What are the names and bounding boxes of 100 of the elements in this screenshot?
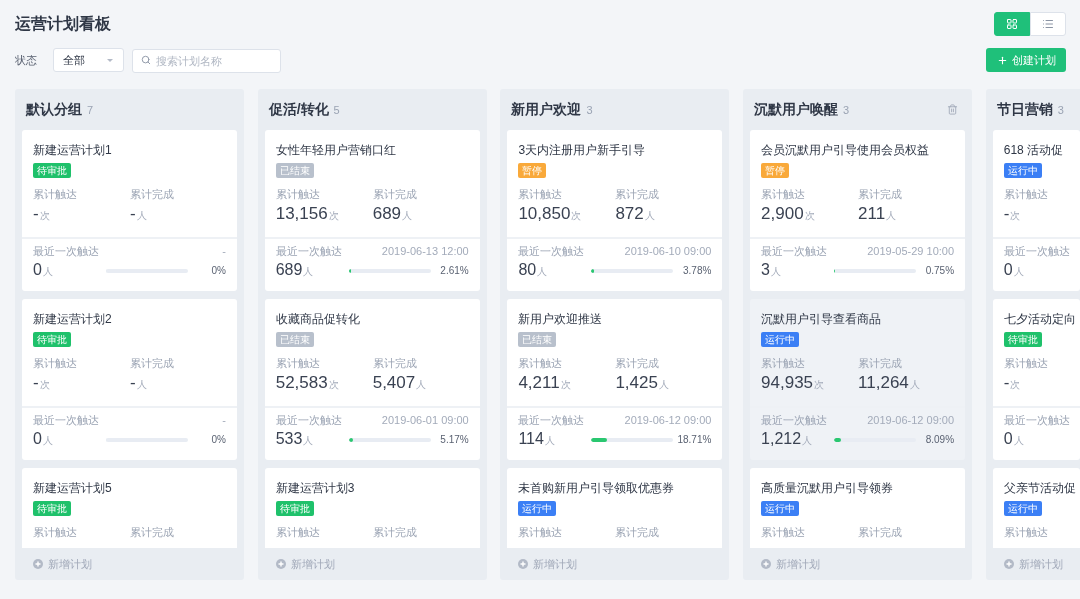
status-tag: 暂停 — [518, 163, 547, 178]
plan-card[interactable]: 父亲节活动促 运行中 累计触达 — [992, 468, 1080, 548]
last-touch-value: 0人 — [33, 429, 54, 449]
column-title: 沉默用户唤醒 — [754, 100, 839, 119]
last-touch-value: 0人 — [1003, 429, 1025, 449]
plan-card[interactable]: 高质量沉默用户引导领券 运行中 累计触达 累计完成 — [750, 468, 966, 548]
stat-label: 累计触达 — [761, 187, 806, 202]
plan-title: 收藏商品促转化 — [275, 311, 360, 327]
status-tag: 运行中 — [761, 332, 800, 347]
status-tag: 待审批 — [33, 332, 71, 347]
stat-label: 累计完成 — [372, 525, 417, 540]
column-title: 新用户欢迎 — [511, 100, 582, 119]
last-touch-value: 0人 — [1003, 260, 1025, 280]
stat-label: 累计完成 — [130, 356, 174, 371]
plan-card[interactable]: 未首购新用户引导领取优惠券 运行中 累计触达 累计完成 — [507, 468, 723, 548]
status-tag: 运行中 — [761, 501, 800, 516]
last-touch-label: 最近一次触达 — [1003, 413, 1070, 428]
status-tag: 运行中 — [1003, 163, 1042, 178]
plan-title: 新建运营计划3 — [275, 480, 355, 496]
stat-label: 累计完成 — [858, 187, 903, 202]
list-view-button[interactable] — [1030, 12, 1066, 36]
column-title: 节日营销 — [996, 100, 1053, 119]
status-tag: 已结束 — [275, 163, 314, 178]
plus-circle-icon — [1003, 559, 1014, 569]
grid-view-button[interactable] — [994, 12, 1030, 36]
plan-card[interactable]: 新建运营计划2 待审批 累计触达 -次 累计完成 -人 最近一次触达 - 0人 0% — [22, 299, 237, 460]
plan-card[interactable]: 会员沉默用户引导使用会员权益 暂停 累计触达 2,900次 累计完成 211人 最近一次触达 2019-05-29 10:00 3人 0.75% — [750, 130, 966, 291]
stat-value: -次 — [1003, 203, 1021, 225]
plan-card[interactable]: 女性年轻用户营销口红 已结束 累计触达 13,156次 累计完成 689人 最近一次触达 2019-06-13 12:00 689人 2.61% — [264, 130, 480, 291]
stat-value: -次 — [33, 372, 50, 394]
progress-percent: 5.17% — [439, 433, 469, 447]
stat-label: 累计完成 — [858, 525, 903, 540]
status-tag: 待审批 — [33, 163, 71, 178]
stat-label: 累计触达 — [33, 525, 77, 540]
caret-down-icon — [107, 58, 113, 62]
plus-circle-icon — [33, 559, 43, 569]
last-touch-value: 114人 — [518, 429, 556, 449]
last-touch-value: 3人 — [761, 260, 782, 280]
plus-circle-icon — [761, 559, 772, 569]
grid-view-icon — [1006, 18, 1018, 30]
stat-label: 累计完成 — [372, 187, 417, 202]
plan-card[interactable]: 3天内注册用户新手引导 暂停 累计触达 10,850次 累计完成 872人 最近一次触达 2019-06-10 09:00 80人 3.78% — [507, 130, 723, 291]
plan-title: 未首购新用户引导领取优惠券 — [518, 480, 675, 496]
plan-title: 高质量沉默用户引导领券 — [761, 480, 894, 496]
column-title: 默认分组 — [26, 100, 82, 119]
stat-label: 累计触达 — [1003, 525, 1048, 540]
last-touch-date: 2019-06-01 09:00 — [381, 413, 469, 428]
stat-value: 94,935次 — [761, 372, 825, 394]
stat-value: 1,425人 — [615, 372, 669, 394]
last-touch-date: 2019-05-29 10:00 — [867, 244, 955, 259]
last-touch-value: 689人 — [275, 260, 315, 280]
status-select[interactable]: 全部 — [53, 48, 124, 72]
stat-label: 累计触达 — [761, 356, 806, 371]
card-count: 5 — [333, 103, 340, 118]
plan-card[interactable]: 新建运营计划1 待审批 累计触达 -次 累计完成 -人 最近一次触达 - 0人 0% — [22, 130, 237, 291]
plan-card[interactable]: 新建运营计划5 待审批 累计触达 累计完成 — [22, 468, 237, 548]
plan-card[interactable]: 新建运营计划3 待审批 累计触达 累计完成 — [264, 468, 480, 548]
search-field[interactable]: 搜索计划名称 — [132, 49, 281, 73]
last-touch-date: 2019-06-12 09:00 — [624, 413, 712, 428]
plan-title: 新建运营计划2 — [33, 311, 112, 327]
plan-card[interactable]: 新用户欢迎推送 已结束 累计触达 4,211次 累计完成 1,425人 最近一次触达 2019-06-12 09:00 114人 18.71% — [507, 299, 723, 460]
stat-label: 累计完成 — [372, 356, 417, 371]
search-icon — [141, 55, 151, 65]
stat-label: 累计完成 — [615, 356, 660, 371]
card-count: 7 — [87, 103, 94, 118]
last-touch-date: - — [222, 244, 226, 259]
plan-title: 新用户欢迎推送 — [518, 311, 603, 327]
status-tag: 运行中 — [518, 501, 557, 516]
column-title: 促活/转化 — [268, 100, 329, 119]
last-touch-value: 80人 — [518, 260, 549, 280]
stat-label: 累计触达 — [518, 187, 563, 202]
stat-value: -次 — [33, 203, 50, 225]
stat-value: 2,900次 — [761, 203, 815, 225]
stat-value: 211人 — [858, 203, 897, 225]
stat-value: 872人 — [615, 203, 655, 225]
status-tag: 待审批 — [275, 501, 314, 516]
plan-title: 618 活动促 — [1003, 142, 1064, 158]
plus-circle-icon — [518, 559, 529, 569]
plan-card[interactable]: 收藏商品促转化 已结束 累计触达 52,583次 累计完成 5,407人 最近一次触达 2019-06-01 09:00 533人 5.17% — [264, 299, 480, 460]
plan-card[interactable]: 618 活动促 运行中 累计触达 -次 最近一次触达 0人 — [992, 130, 1080, 291]
plus-circle-icon — [275, 559, 286, 569]
card-count: 3 — [586, 103, 593, 118]
stat-value: 5,407人 — [372, 372, 427, 394]
progress-percent: 8.09% — [924, 433, 955, 447]
progress-percent: 0% — [210, 264, 226, 278]
progress-percent: 2.61% — [439, 264, 469, 278]
last-touch-label: 最近一次触达 — [275, 244, 342, 259]
stat-label: 累计触达 — [761, 525, 806, 540]
plan-title: 新建运营计划1 — [33, 142, 112, 158]
stat-label: 累计完成 — [130, 525, 174, 540]
last-touch-date: 2019-06-10 09:00 — [624, 244, 712, 259]
stat-label: 累计触达 — [518, 356, 563, 371]
stat-label: 累计触达 — [1003, 187, 1048, 202]
stat-value: 689人 — [372, 203, 413, 225]
stat-label: 累计触达 — [518, 525, 563, 540]
plus-icon — [996, 54, 1008, 66]
progress-percent: 0% — [210, 433, 226, 447]
plan-card[interactable]: 七夕活动定向 待审批 累计触达 -次 最近一次触达 0人 — [992, 299, 1080, 460]
trash-icon[interactable] — [947, 104, 959, 115]
plan-title: 女性年轻用户营销口红 — [275, 142, 396, 158]
